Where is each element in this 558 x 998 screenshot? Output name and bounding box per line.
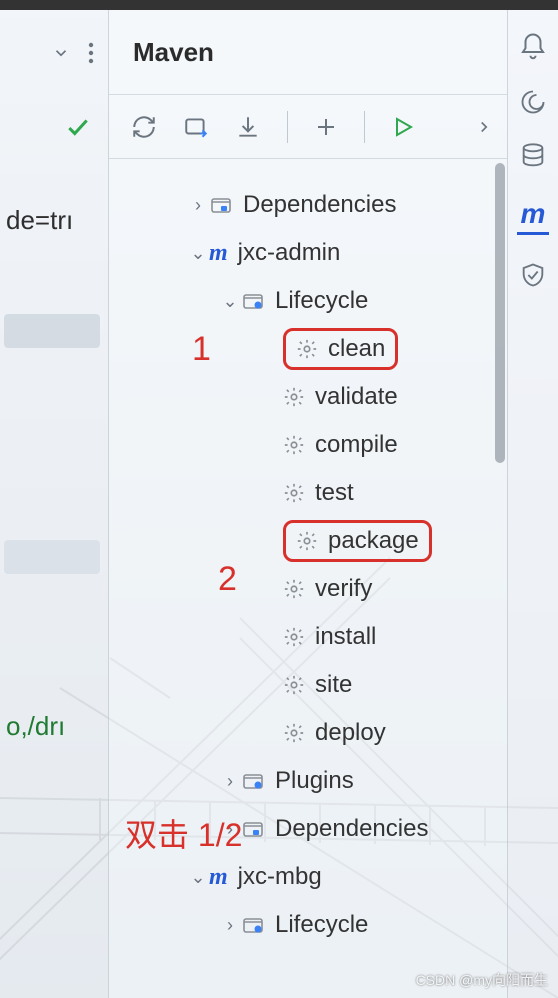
folder-lifecycle-icon [241,913,265,937]
gear-icon [296,338,318,360]
gear-icon [283,626,305,648]
editor-strip: de=trı o,/drı [0,10,108,998]
tree-label: Lifecycle [275,911,368,939]
right-tool-strip: m [508,10,558,998]
tree-node-plugins[interactable]: › Plugins [119,757,501,805]
gear-icon [283,386,305,408]
tree-node-install[interactable]: install [119,613,501,661]
highlight-clean: clean [283,328,398,370]
toolbar-separator [364,111,365,143]
highlight-package: package [283,520,432,562]
chevron-down-icon: ⌄ [187,243,209,264]
tree-label: deploy [315,719,386,747]
tree-node-jxc-admin[interactable]: ⌄ m jxc-admin [119,229,501,277]
checkmark-icon [65,114,91,140]
more-vertical-icon[interactable] [88,42,94,64]
tree-label: test [315,479,354,507]
annotation-2: 2 [218,560,237,599]
tree-node-clean[interactable]: clean [119,325,501,373]
tree-label: package [328,527,419,555]
folder-dependencies-icon [241,817,265,841]
tree-label: install [315,623,376,651]
chevron-right-icon: › [219,915,241,936]
gear-icon [283,674,305,696]
database-icon[interactable] [519,142,547,170]
tree-label: Lifecycle [275,287,368,315]
folder-dependencies-icon [209,193,233,217]
folder-plugins-icon [241,769,265,793]
editor-text-fragment: de=trı [0,205,108,236]
tree-node-jxc-mbg[interactable]: ⌄ m jxc-mbg [119,853,501,901]
chevron-right-icon: › [219,771,241,792]
tree-node-validate[interactable]: validate [119,373,501,421]
tree-label: Dependencies [275,815,428,843]
chevron-down-icon[interactable] [52,44,70,62]
chevron-right-icon: › [187,195,209,216]
chevron-right-icon[interactable] [475,118,493,136]
tree-node-lifecycle[interactable]: › Lifecycle [119,901,501,949]
scrollbar[interactable] [495,163,505,463]
tree-node-compile[interactable]: compile [119,421,501,469]
shield-icon[interactable] [519,261,547,289]
gear-icon [296,530,318,552]
tree-label: Dependencies [243,191,396,219]
tree-label: compile [315,431,398,459]
gear-icon [283,722,305,744]
tree-label: site [315,671,352,699]
run-icon[interactable] [391,115,415,139]
bell-icon[interactable] [518,32,548,62]
tree-label: Plugins [275,767,354,795]
tree-node-package[interactable]: package [119,517,501,565]
tree-node-verify[interactable]: verify [119,565,501,613]
tree-label: jxc-mbg [238,863,322,891]
maven-toolbar [109,95,507,159]
tree-label: verify [315,575,372,603]
folder-lifecycle-icon [241,289,265,313]
maven-module-icon: m [209,240,228,267]
annotation-1: 1 [192,330,211,369]
chevron-down-icon: ⌄ [187,867,209,888]
refresh-icon[interactable] [131,114,157,140]
chevron-down-icon: ⌄ [219,291,241,312]
swirl-icon[interactable] [519,88,547,116]
gear-icon [283,434,305,456]
watermark: CSDN @my向阳而生 [416,970,548,990]
tree-node-site[interactable]: site [119,661,501,709]
tree-node-dependencies[interactable]: › Dependencies [119,181,501,229]
window-titlebar [0,0,558,10]
toolbar-separator [287,111,288,143]
tree-node-test[interactable]: test [119,469,501,517]
tree-node-deploy[interactable]: deploy [119,709,501,757]
panel-title: Maven [109,10,507,95]
maven-module-icon: m [209,864,228,891]
generate-sources-icon[interactable] [183,114,209,140]
add-icon[interactable] [314,115,338,139]
download-icon[interactable] [235,114,261,140]
tree-label: validate [315,383,398,411]
maven-toolwindow-icon[interactable]: m [517,196,550,235]
editor-text-fragment: o,/drı [0,711,108,742]
gear-icon [283,482,305,504]
gear-icon [283,578,305,600]
annotation-doubleclick: 双击 1/2 [125,810,242,856]
tree-label: jxc-admin [238,239,341,267]
tree-node-lifecycle[interactable]: ⌄ Lifecycle [119,277,501,325]
tree-label: clean [328,335,385,363]
